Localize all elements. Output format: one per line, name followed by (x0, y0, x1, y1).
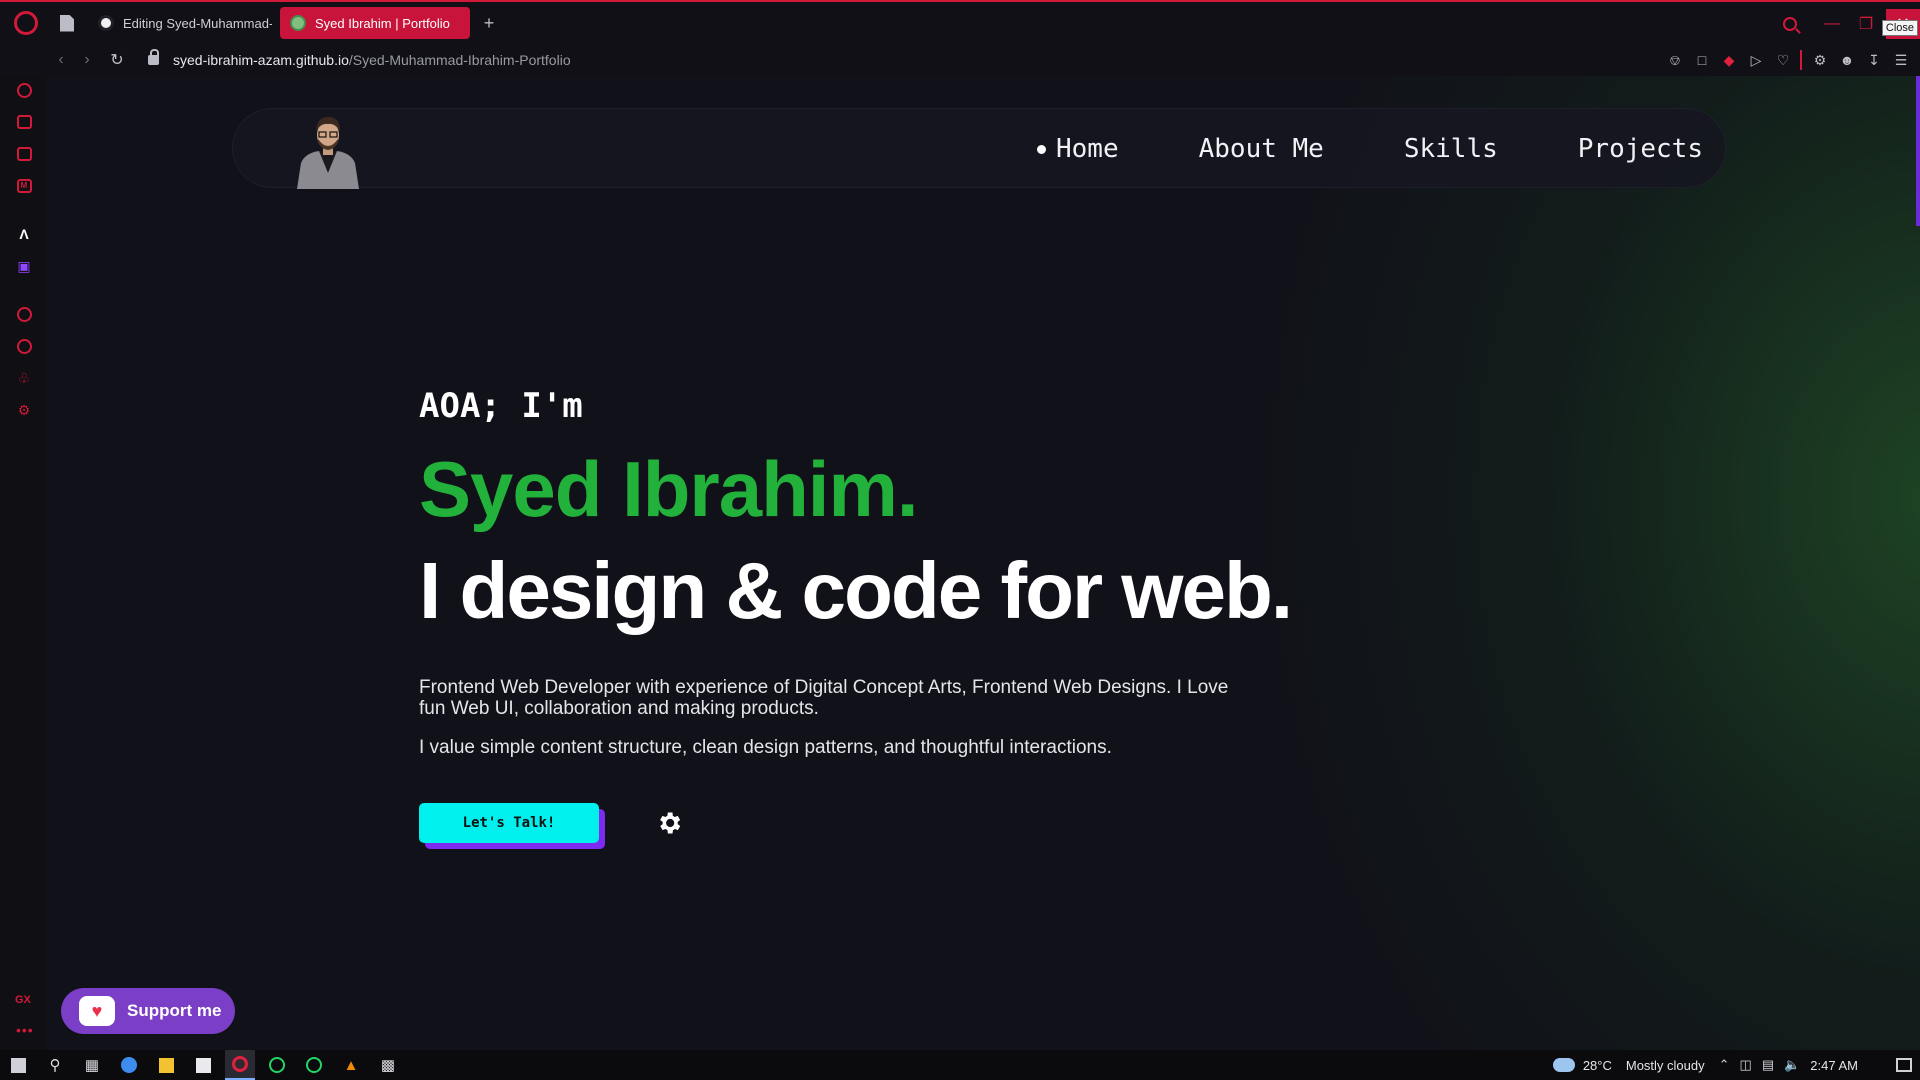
site-navbar: Home About Me Skills Projects (232, 108, 1726, 189)
task-view-icon[interactable]: ▦ (77, 1050, 107, 1080)
page-icon[interactable] (60, 14, 74, 32)
gx-corner-icon[interactable] (16, 146, 32, 162)
system-tray: 28°C Mostly cloudy ⌃ ◫ ▤ 🔈 2:47 AM (1552, 1050, 1912, 1080)
settings-gear-icon[interactable] (655, 809, 683, 837)
hero-description: Frontend Web Developer with experience o… (419, 677, 1229, 719)
menu-icon[interactable]: ☰ (1892, 51, 1910, 69)
browser-tab-bar: Editing Syed-Muhammad-Ibrahim-Portfolio … (0, 0, 1920, 44)
address-bar: ‹ › ↻ syed-ibrahim-azam.github.io/Syed-M… (0, 44, 1920, 76)
account-icon[interactable]: ☻ (1838, 51, 1856, 69)
speed-dial-icon[interactable] (16, 82, 32, 98)
search-tabs-button[interactable] (1776, 10, 1804, 38)
pin-icon[interactable]: ⎊ (1666, 51, 1684, 69)
network-icon[interactable]: ▤ (1762, 1057, 1774, 1073)
player-icon[interactable] (16, 306, 32, 322)
windows-taskbar: ⚲ ▦ ▲ ▩ 28°C Mostly cloudy ⌃ ◫ ▤ 🔈 2:47 … (0, 1050, 1920, 1080)
whatsapp-icon[interactable] (262, 1050, 292, 1080)
heart-icon[interactable]: ♡ (1774, 51, 1792, 69)
download-icon[interactable]: ↧ (1865, 51, 1883, 69)
windows-start-icon[interactable] (3, 1050, 33, 1080)
back-arrow-icon[interactable]: ‹ (48, 51, 74, 69)
reload-icon[interactable]: ↻ (104, 50, 130, 70)
close-tooltip: Close (1881, 20, 1918, 36)
tab-label: Syed Ibrahim | Portfolio (315, 15, 450, 31)
address-bar-actions: ⎊ □ ◆ ▷ ♡ ⚙ ☻ ↧ ☰ (1657, 44, 1910, 76)
gx-logo[interactable]: GX (15, 994, 31, 1006)
weather-cloud-icon[interactable] (1552, 1058, 1575, 1072)
search-icon[interactable]: ⚲ (40, 1050, 70, 1080)
play-icon[interactable]: ▷ (1747, 51, 1765, 69)
nav-links: Home About Me Skills Projects (957, 109, 1703, 189)
tab-label: Editing Syed-Muhammad-Ibrahim-Portfolio (123, 15, 272, 31)
nav-skills[interactable]: Skills (1404, 134, 1498, 164)
tab-editing[interactable]: Editing Syed-Muhammad-Ibrahim-Portfolio (88, 7, 272, 39)
minimize-button[interactable]: — (1818, 10, 1846, 38)
new-tab-plus-icon[interactable]: + (480, 13, 498, 33)
hero-section: AOA; I'm Syed Ibrahim. I design & code f… (419, 386, 1319, 843)
cta-row: Let's Talk! (419, 803, 1319, 843)
audio-app-icon[interactable]: ▩ (373, 1050, 403, 1080)
nav-projects[interactable]: Projects (1578, 134, 1703, 164)
whatsapp-business-icon[interactable] (299, 1050, 329, 1080)
url-field[interactable]: syed-ibrahim-azam.github.io/Syed-Muhamma… (173, 52, 571, 68)
support-label: Support me (127, 1001, 222, 1020)
hero-description-secondary: I value simple content structure, clean … (419, 737, 1112, 758)
notification-center-icon[interactable] (1896, 1058, 1912, 1072)
meet-now-icon[interactable]: ◫ (1740, 1057, 1752, 1073)
nav-home[interactable]: Home (1036, 134, 1119, 164)
nav-about[interactable]: About Me (1199, 134, 1324, 164)
pocket-icon[interactable]: ◆ (1720, 51, 1738, 69)
portfolio-favicon-icon (290, 15, 306, 31)
aria-icon[interactable]: Λ (16, 226, 32, 242)
extensions-puzzle-icon[interactable]: ♧ (16, 370, 32, 386)
github-icon (98, 15, 114, 31)
weather-desc[interactable]: Mostly cloudy (1626, 1058, 1705, 1073)
lock-icon[interactable] (148, 49, 159, 65)
support-me-button[interactable]: ♥ Support me (61, 988, 235, 1034)
volume-icon[interactable]: 🔈 (1784, 1057, 1800, 1073)
active-dot-icon (1036, 144, 1046, 154)
extensions-icon[interactable]: ⚙ (1811, 51, 1829, 69)
nav-about-label: About Me (1198, 134, 1324, 164)
microsoft-store-icon[interactable] (188, 1050, 218, 1080)
nav-projects-label: Projects (1577, 134, 1703, 164)
settings-icon[interactable]: ⚙ (16, 402, 32, 418)
divider (1800, 50, 1802, 70)
copilot-icon[interactable] (114, 1050, 144, 1080)
lets-talk-button[interactable]: Let's Talk! (419, 803, 599, 843)
browser-sidebar: M Λ ▣ ♧ ⚙ GX ••• (0, 76, 46, 1050)
gx-music-icon[interactable]: M (16, 178, 32, 194)
history-icon[interactable] (16, 338, 32, 354)
nav-skills-label: Skills (1403, 134, 1498, 164)
url-path: /Syed-Muhammad-Ibrahim-Portfolio (348, 52, 571, 68)
vlc-icon[interactable]: ▲ (336, 1050, 366, 1080)
opera-menu-icon[interactable] (14, 11, 38, 35)
clock[interactable]: 2:47 AM (1810, 1058, 1858, 1073)
forward-arrow-icon[interactable]: › (74, 51, 100, 69)
snapshot-icon[interactable]: □ (1693, 51, 1711, 69)
page-scrollbar[interactable] (1916, 76, 1920, 226)
search-icon (1783, 17, 1797, 31)
gx-control-icon[interactable] (16, 114, 32, 130)
tab-portfolio[interactable]: Syed Ibrahim | Portfolio (280, 7, 470, 39)
hero-tagline: I design & code for web. (419, 546, 1293, 635)
hero-name: Syed Ibrahim. (419, 445, 919, 533)
opera-gx-taskbar-icon[interactable] (225, 1050, 255, 1080)
restore-button[interactable]: ❐ (1852, 10, 1880, 38)
kofi-cup-icon: ♥ (79, 996, 115, 1026)
twitch-icon[interactable]: ▣ (16, 258, 32, 274)
url-host: syed-ibrahim-azam.github.io (173, 52, 349, 68)
nav-home-label: Home (1055, 134, 1119, 164)
file-explorer-icon[interactable] (151, 1050, 181, 1080)
hero-greeting: AOA; I'm (419, 386, 583, 426)
web-page: Home About Me Skills Projects AOA; I'm S… (46, 76, 1920, 1050)
chevron-up-icon[interactable]: ⌃ (1719, 1057, 1730, 1073)
weather-temp[interactable]: 28°C (1583, 1058, 1612, 1073)
more-dots-icon[interactable]: ••• (16, 1022, 34, 1038)
avatar[interactable] (291, 113, 365, 189)
